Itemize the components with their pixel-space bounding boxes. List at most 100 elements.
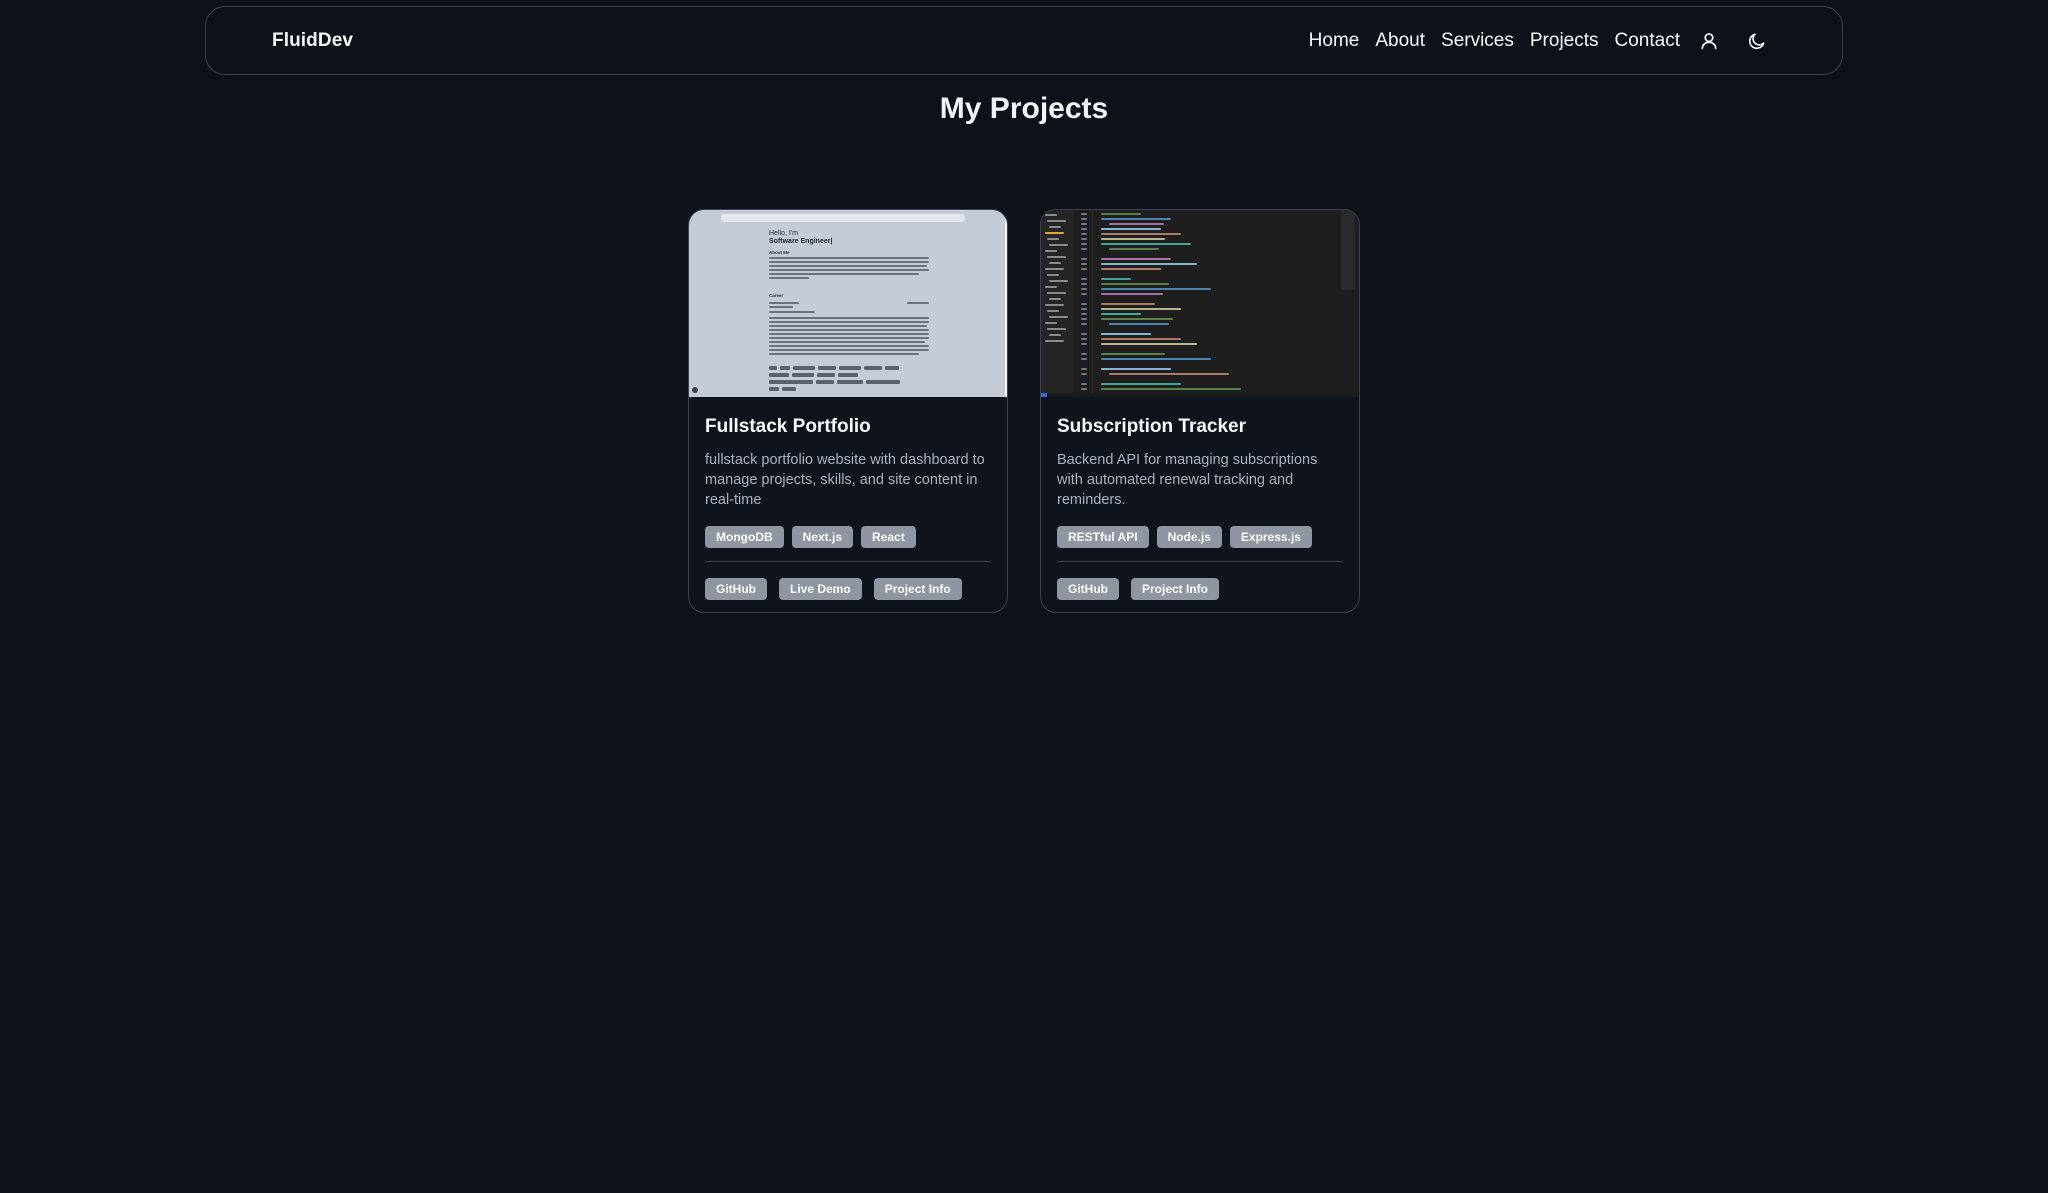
preview-code-line	[1101, 233, 1181, 235]
preview-code-line	[1101, 368, 1171, 370]
nav-link-projects[interactable]: Projects	[1530, 30, 1599, 52]
preview-navbar	[721, 214, 965, 222]
github-link[interactable]: GitHub	[1057, 578, 1119, 600]
preview-line-number	[1081, 278, 1087, 280]
preview-code-line	[1109, 373, 1229, 375]
preview-code-line	[1101, 278, 1131, 280]
preview-chip	[793, 366, 815, 370]
preview-code-line	[1101, 303, 1155, 305]
project-card-fullstack-portfolio: Hello, I'm Software Engineer| About Me C…	[688, 209, 1008, 613]
preview-chip	[816, 380, 834, 384]
preview-line-number	[1081, 283, 1087, 285]
tech-tag: MongoDB	[705, 526, 784, 548]
preview-code-line	[1101, 383, 1181, 385]
preview-line-number	[1081, 353, 1087, 355]
preview-text-line	[769, 325, 927, 327]
preview-line-number	[1081, 233, 1087, 235]
preview-line-number	[1081, 223, 1087, 225]
preview-explorer-item	[1049, 316, 1068, 318]
brand-logo[interactable]: FluidDev	[272, 30, 353, 52]
preview-line-number	[1081, 293, 1087, 295]
preview-line-number	[1081, 373, 1087, 375]
live-demo-link[interactable]: Live Demo	[779, 578, 862, 600]
preview-text-line	[769, 261, 929, 263]
preview-code-line	[1101, 313, 1141, 315]
page-title: My Projects	[939, 92, 1109, 125]
project-card-subscription-tracker: Subscription Tracker Backend API for man…	[1040, 209, 1360, 613]
preview-line-number	[1081, 313, 1087, 315]
preview-chip	[769, 373, 789, 377]
project-info-link[interactable]: Project Info	[1131, 578, 1220, 600]
preview-explorer-item	[1049, 226, 1061, 228]
preview-code-line	[1101, 358, 1211, 360]
project-links: GitHub Live Demo Project Info	[705, 578, 991, 600]
preview-chip	[866, 380, 900, 384]
preview-role: Software Engineer|	[769, 238, 833, 245]
nav-link-about[interactable]: About	[1375, 30, 1425, 52]
preview-text-line	[769, 353, 919, 355]
preview-text-line	[769, 317, 929, 319]
preview-about-heading: About Me	[769, 250, 790, 255]
preview-chip	[839, 366, 861, 370]
project-info-link[interactable]: Project Info	[873, 578, 962, 600]
preview-line-number	[1081, 248, 1087, 250]
preview-code-line	[1109, 323, 1169, 325]
preview-explorer-item	[1047, 274, 1059, 276]
preview-explorer-item	[1045, 250, 1057, 252]
preview-code-line	[1101, 388, 1241, 390]
preview-explorer-item	[1049, 244, 1068, 246]
preview-chip	[864, 366, 882, 370]
nav-link-contact[interactable]: Contact	[1615, 30, 1680, 52]
moon-icon[interactable]	[1744, 28, 1770, 54]
preview-explorer-item	[1045, 322, 1057, 324]
preview-greeting: Hello, I'm	[769, 230, 798, 237]
preview-code-line	[1101, 338, 1181, 340]
preview-explorer-item	[1045, 286, 1057, 288]
nav-link-home[interactable]: Home	[1309, 30, 1360, 52]
preview-line-number	[1081, 288, 1087, 290]
preview-text-line	[769, 269, 929, 271]
preview-code-line	[1101, 213, 1141, 215]
preview-explorer-item	[1045, 340, 1064, 342]
preview-explorer-item	[1047, 292, 1066, 294]
preview-explorer-item	[1049, 334, 1061, 336]
preview-line-number	[1081, 338, 1087, 340]
preview-code-line	[1101, 263, 1197, 265]
preview-line-number	[1081, 303, 1087, 305]
preview-code-line	[1101, 218, 1171, 220]
preview-line-number	[1081, 358, 1087, 360]
preview-code-line	[1101, 293, 1163, 295]
preview-text-line	[769, 302, 799, 304]
preview-chip	[792, 373, 814, 377]
preview-explorer-item	[1049, 262, 1061, 264]
preview-line-number	[1081, 268, 1087, 270]
preview-line-number	[1081, 333, 1087, 335]
preview-line-number	[1081, 368, 1087, 370]
preview-code-line	[1101, 258, 1171, 260]
preview-code-line	[1101, 228, 1161, 230]
preview-line-number	[1081, 318, 1087, 320]
preview-text-line	[769, 345, 929, 347]
nav-link-services[interactable]: Services	[1441, 30, 1514, 52]
tech-tag: RESTful API	[1057, 526, 1149, 548]
preview-line-number	[1081, 228, 1087, 230]
preview-explorer-item	[1045, 232, 1064, 234]
preview-chip	[780, 366, 790, 370]
project-description: Backend API for managing subscriptions w…	[1057, 452, 1318, 508]
preview-text-line	[769, 349, 929, 351]
preview-text-line	[769, 273, 919, 275]
tech-tags: RESTful API Node.js Express.js	[1057, 526, 1343, 562]
preview-line-number	[1081, 388, 1087, 390]
github-link[interactable]: GitHub	[705, 578, 767, 600]
preview-text-line	[769, 341, 925, 343]
preview-chip	[818, 366, 836, 370]
user-icon[interactable]	[1696, 28, 1722, 54]
preview-chip	[838, 373, 858, 377]
preview-chip	[769, 366, 777, 370]
preview-chip	[782, 387, 796, 391]
preview-explorer-item	[1045, 304, 1064, 306]
preview-code-line	[1101, 353, 1165, 355]
preview-code-line	[1101, 283, 1169, 285]
preview-explorer-item	[1047, 256, 1066, 258]
preview-text-line	[769, 321, 929, 323]
